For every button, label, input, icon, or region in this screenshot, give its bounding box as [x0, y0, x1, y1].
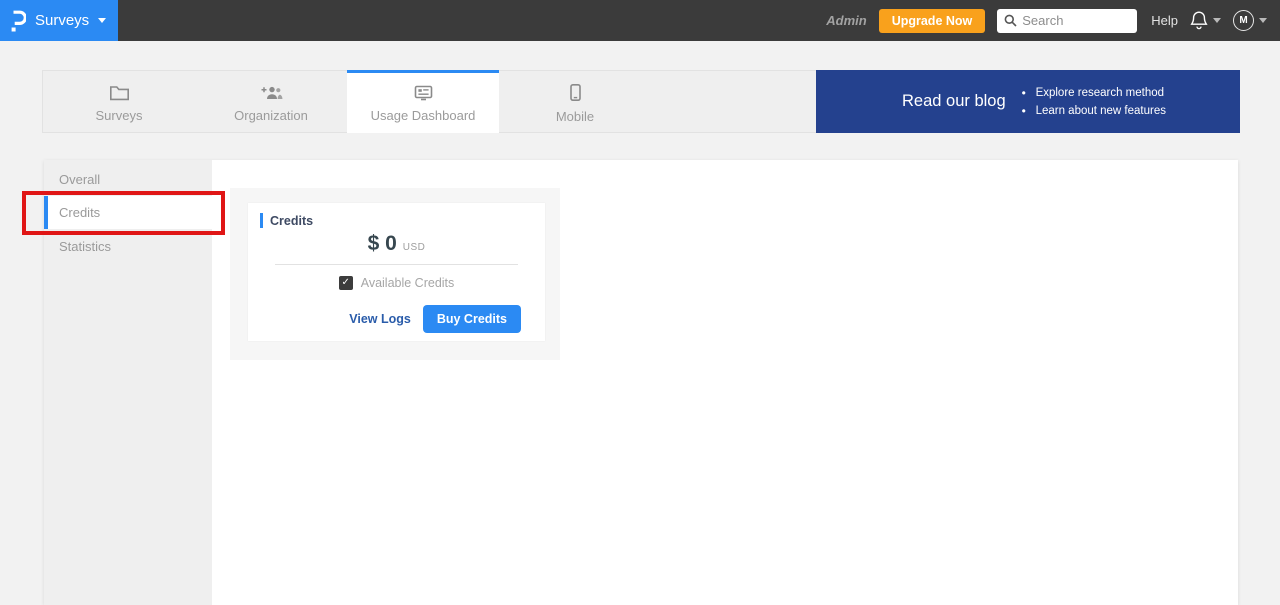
- tab-label: Usage Dashboard: [370, 107, 476, 123]
- credits-card-container: Credits $ 0 USD ✓ Available Credits View…: [230, 188, 560, 360]
- chevron-down-icon: [1213, 18, 1221, 23]
- product-name: Surveys: [35, 12, 90, 29]
- account-menu[interactable]: M: [1233, 10, 1267, 31]
- credits-actions-row: View Logs Buy Credits: [248, 305, 545, 333]
- search-input[interactable]: [1022, 13, 1131, 28]
- blog-banner-bullets: Explore research method Learn about new …: [1022, 84, 1166, 120]
- prolific-p-icon: [9, 9, 26, 33]
- divider: [275, 264, 518, 265]
- view-logs-link[interactable]: View Logs: [349, 312, 411, 326]
- blog-bullet: Learn about new features: [1022, 102, 1166, 120]
- tab-label: Organization: [234, 107, 308, 123]
- main-area: Credits $ 0 USD ✓ Available Credits View…: [212, 160, 1238, 605]
- notifications-menu[interactable]: [1190, 10, 1221, 31]
- chevron-down-icon: [98, 18, 107, 23]
- avatar: M: [1233, 10, 1254, 31]
- available-credits-label: Available Credits: [360, 276, 455, 290]
- sidebar-item-statistics[interactable]: Statistics: [44, 229, 212, 263]
- tab-usage-dashboard[interactable]: Usage Dashboard: [347, 70, 499, 133]
- product-switcher[interactable]: Surveys: [0, 0, 118, 41]
- chevron-down-icon: [1259, 18, 1267, 23]
- tab-organization[interactable]: Organization: [195, 70, 347, 133]
- sidebar-item-credits[interactable]: Credits: [44, 196, 212, 229]
- available-credits-row: ✓ Available Credits: [248, 276, 545, 290]
- admin-label: Admin: [826, 13, 867, 28]
- people-add-icon: [259, 84, 283, 101]
- read-blog-banner[interactable]: Read our blog Explore research method Le…: [816, 70, 1240, 133]
- credits-amount-row: $ 0 USD: [248, 232, 545, 256]
- buy-credits-button[interactable]: Buy Credits: [422, 305, 521, 333]
- blog-banner-title: Read our blog: [902, 92, 1006, 110]
- credits-card-header: Credits: [248, 203, 545, 228]
- sidebar-item-label: Overall: [59, 171, 101, 187]
- tab-surveys[interactable]: Surveys: [43, 70, 195, 133]
- credits-currency: USD: [402, 242, 426, 253]
- search-icon: [1004, 14, 1017, 27]
- sidebar: Overall Credits Statistics: [44, 160, 212, 605]
- dashboard-icon: [413, 84, 434, 101]
- sidebar-item-overall[interactable]: Overall: [44, 162, 212, 196]
- sidebar-item-label: Statistics: [59, 238, 112, 254]
- credits-card: Credits $ 0 USD ✓ Available Credits View…: [248, 203, 545, 341]
- bell-icon: [1190, 10, 1208, 31]
- tabbar: Surveys Organization Usage Dashboard Mob…: [42, 70, 1240, 133]
- checked-checkbox-icon[interactable]: ✓: [338, 276, 353, 290]
- blog-bullet: Explore research method: [1022, 84, 1166, 102]
- topbar-right: Admin Upgrade Now Help M: [826, 8, 1280, 33]
- mobile-icon: [569, 83, 582, 102]
- credits-card-title: Credits: [270, 213, 314, 228]
- tab-label: Surveys: [95, 107, 143, 123]
- help-link[interactable]: Help: [1151, 13, 1178, 28]
- upgrade-now-button[interactable]: Upgrade Now: [878, 8, 986, 33]
- folder-icon: [109, 84, 130, 101]
- content-panel: Overall Credits Statistics Credits $ 0 U…: [44, 160, 1238, 605]
- sidebar-item-label: Credits: [59, 205, 101, 220]
- credits-amount: $ 0: [367, 232, 397, 255]
- search-box: [997, 8, 1138, 33]
- topbar: Surveys Admin Upgrade Now Help: [0, 0, 1280, 41]
- tab-label: Mobile: [555, 108, 595, 124]
- tab-mobile[interactable]: Mobile: [499, 70, 651, 133]
- accent-bar: [260, 213, 263, 228]
